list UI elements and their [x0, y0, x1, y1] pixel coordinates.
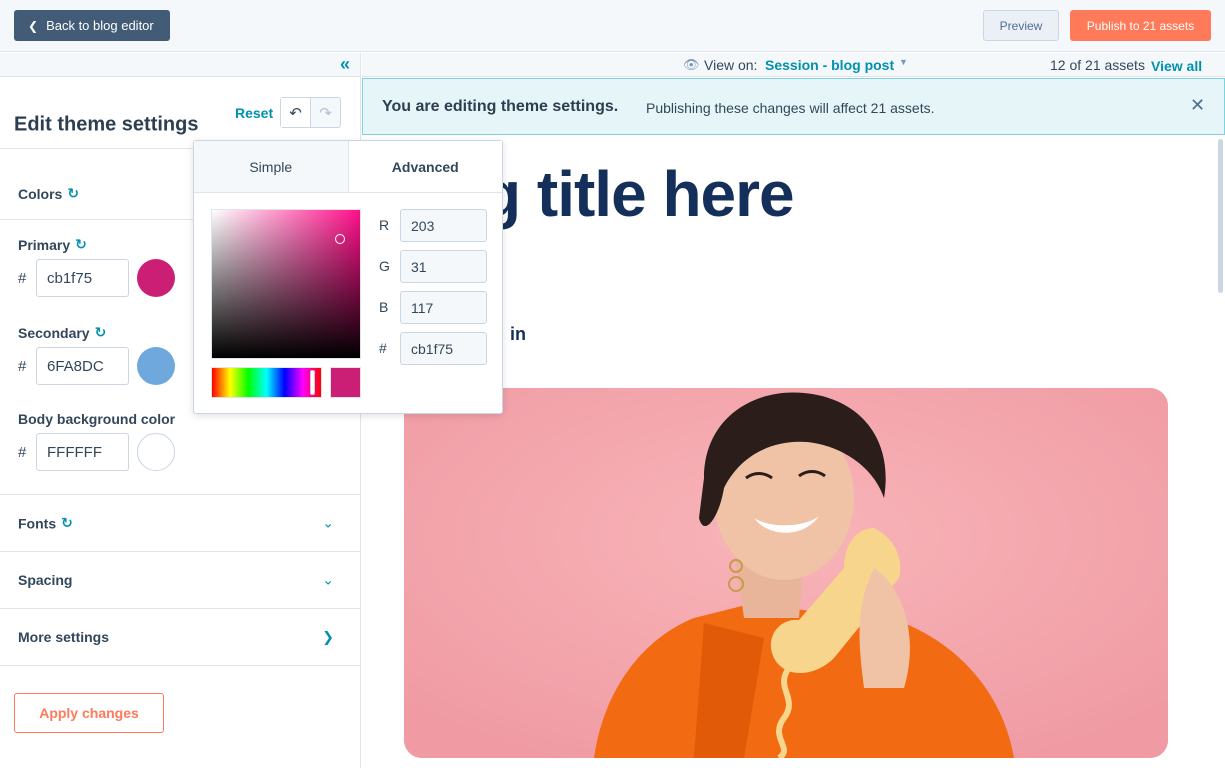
colors-heading-label: Colors [18, 185, 63, 202]
sync-icon: ↻ [94, 324, 107, 340]
reset-button[interactable]: Reset [235, 105, 273, 121]
sync-icon: ↻ [61, 514, 73, 531]
view-on-bar: 👁 View on: Session - blog post ▼ 12 of 2… [362, 53, 1225, 77]
close-icon[interactable]: ✕ [1190, 95, 1205, 116]
top-bar: ❮ Back to blog editor Preview Publish to… [0, 0, 1225, 52]
more-settings-section[interactable]: More settings ❯ [0, 609, 360, 666]
body-bg-label-text: Body background color [18, 411, 176, 427]
blog-title: g title here [482, 158, 795, 230]
tab-simple[interactable]: Simple [194, 141, 349, 192]
sync-icon: ↻ [67, 185, 80, 201]
primary-color-label: Primary ↻ [18, 236, 87, 253]
apply-changes-button[interactable]: Apply changes [14, 693, 164, 733]
more-settings-heading: More settings [18, 629, 110, 645]
hue-slider[interactable] [211, 367, 322, 398]
chevron-left-icon: ❮ [28, 18, 39, 33]
saturation-brightness-area[interactable] [211, 209, 361, 359]
fonts-heading-label: Fonts [18, 515, 57, 531]
secondary-hex-input[interactable]: 6FA8DC [36, 347, 129, 385]
red-label: R [379, 217, 390, 233]
color-picker-popover: Simple Advanced R 203 G 31 B 117 # cb1f7… [193, 140, 503, 414]
preview-scrollbar[interactable] [1218, 139, 1223, 293]
asset-count: 12 of 21 assets [1050, 57, 1145, 73]
view-all-link[interactable]: View all [1151, 58, 1202, 74]
chevron-down-icon: ⌄ [322, 514, 334, 531]
colors-heading: Colors ↻ [18, 185, 79, 202]
collapse-sidebar-icon[interactable]: « [340, 54, 350, 75]
green-input[interactable]: 31 [400, 250, 487, 283]
fonts-section[interactable]: Fonts ↻ ⌄ [0, 495, 360, 552]
secondary-label-text: Secondary [18, 324, 90, 341]
undo-redo-group: ↶ ↷ [280, 97, 341, 128]
hash-symbol: # [18, 444, 27, 461]
back-to-blog-editor-button[interactable]: ❮ Back to blog editor [14, 10, 170, 41]
blue-label: B [379, 299, 389, 315]
featured-image-illustration [404, 388, 1168, 758]
spacing-section[interactable]: Spacing ⌄ [0, 552, 360, 609]
body-background-color-label: Body background color [18, 411, 175, 427]
hash-symbol: # [18, 358, 27, 375]
caret-down-icon[interactable]: ▼ [899, 57, 908, 67]
body-background-color-swatch[interactable] [137, 433, 175, 471]
color-picker-tabs: Simple Advanced [194, 141, 502, 193]
notice-title: You are editing theme settings. [382, 98, 619, 115]
hash-symbol: # [18, 270, 27, 287]
saturation-handle[interactable] [335, 234, 345, 244]
publish-button[interactable]: Publish to 21 assets [1070, 10, 1211, 41]
preview-button[interactable]: Preview [983, 10, 1059, 41]
hex-input[interactable]: cb1f75 [400, 332, 487, 365]
secondary-color-label: Secondary ↻ [18, 324, 106, 341]
blue-input[interactable]: 117 [400, 291, 487, 324]
spacing-heading: Spacing [18, 572, 73, 588]
chevron-down-icon: ⌄ [322, 571, 334, 588]
primary-label-text: Primary [18, 236, 71, 253]
hex-label: # [379, 340, 387, 356]
tab-advanced[interactable]: Advanced [348, 141, 502, 192]
sync-icon: ↻ [75, 236, 87, 252]
undo-icon[interactable]: ↶ [281, 98, 311, 127]
eye-icon: 👁 [683, 57, 700, 72]
body-background-hex-input[interactable]: FFFFFF [36, 433, 129, 471]
redo-icon[interactable]: ↷ [311, 98, 340, 127]
theme-editing-notice: You are editing theme settings. Publishi… [362, 78, 1225, 135]
chevron-right-icon: ❯ [322, 628, 334, 645]
hue-slider-handle[interactable] [310, 370, 315, 395]
primary-hex-input[interactable]: cb1f75 [36, 259, 129, 297]
primary-color-swatch[interactable] [137, 259, 175, 297]
panel-title: Edit theme settings [14, 113, 199, 136]
sidebar-collapse-row: « [0, 53, 360, 77]
green-label: G [379, 258, 390, 274]
linkedin-icon[interactable]: in [510, 324, 526, 345]
secondary-color-swatch[interactable] [137, 347, 175, 385]
notice-text: Publishing these changes will affect 21 … [646, 100, 935, 116]
fonts-heading: Fonts ↻ [18, 515, 73, 532]
session-dropdown[interactable]: Session - blog post [765, 57, 894, 73]
red-input[interactable]: 203 [400, 209, 487, 242]
panel-header: Edit theme settings Reset ↶ ↷ [0, 77, 360, 149]
selected-color-swatch [330, 367, 361, 398]
view-on-label: View on: [704, 57, 758, 73]
back-button-label: Back to blog editor [46, 18, 154, 33]
featured-image [404, 388, 1168, 758]
